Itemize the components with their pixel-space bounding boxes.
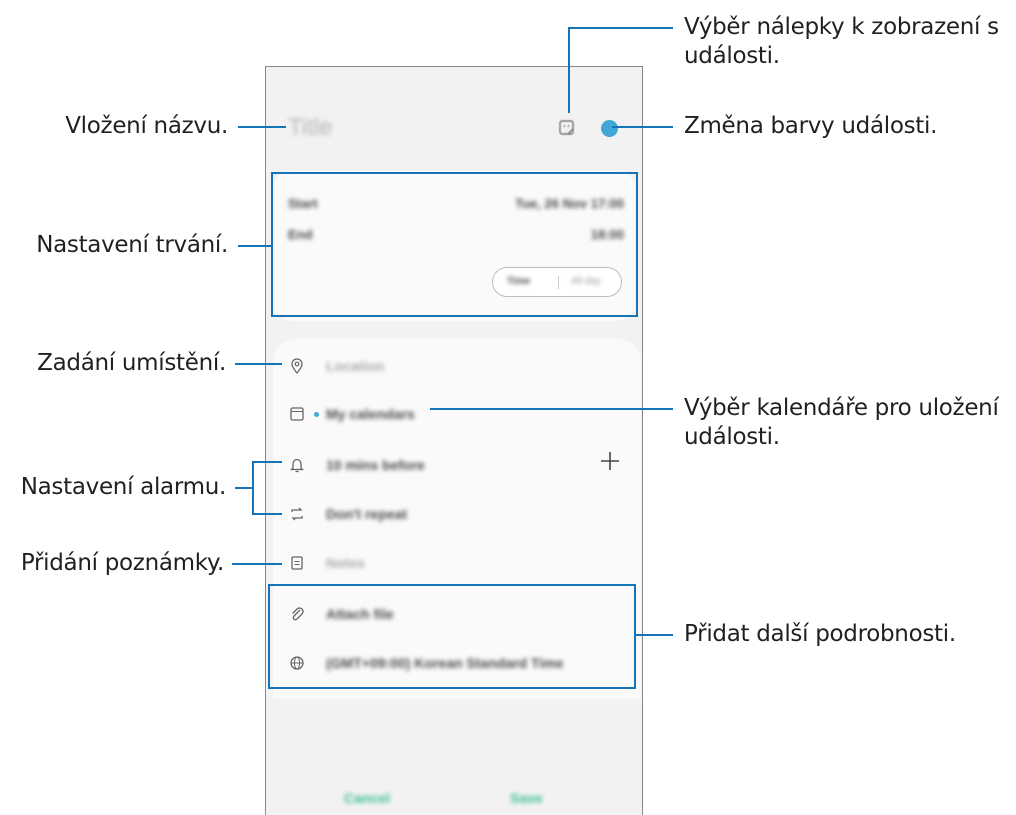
sticker-callout-line2: události. — [684, 43, 780, 69]
duration-highlight-box — [271, 172, 638, 317]
notes-field[interactable]: Notes — [326, 555, 365, 571]
title-leader — [238, 126, 286, 128]
alarm-bracket-top — [252, 461, 282, 463]
calendar-callout: Výběr kalendáře pro uložení události. — [684, 394, 999, 452]
save-button[interactable]: Save — [510, 790, 543, 806]
sticker-icon[interactable] — [558, 119, 576, 137]
location-field[interactable]: Location — [326, 358, 384, 374]
sticker-callout: Výběr nálepky k zobrazení s události. — [684, 13, 999, 71]
title-input[interactable]: Title — [288, 114, 332, 142]
event-color-button[interactable] — [601, 120, 618, 137]
repeat-field[interactable]: Don't repeat — [326, 506, 407, 522]
calendar-callout-line2: události. — [684, 424, 780, 450]
alarm-bracket-v — [252, 461, 254, 515]
alarm-leader — [235, 487, 253, 489]
calendar-color-dot — [314, 412, 319, 417]
add-alarm-plus-icon[interactable] — [600, 451, 620, 471]
sticker-callout-line1: Výběr nálepky k zobrazení s — [684, 14, 999, 40]
duration-leader — [238, 245, 271, 247]
repeat-icon — [288, 505, 306, 523]
bell-icon — [288, 456, 306, 474]
sticker-leader-v — [568, 27, 570, 113]
location-leader — [235, 363, 282, 365]
note-icon — [288, 554, 306, 572]
title-callout: Vložení názvu. — [65, 113, 228, 139]
location-pin-icon — [288, 357, 306, 375]
calendar-leader — [430, 408, 673, 410]
note-callout: Přidání poznámky. — [20, 550, 224, 576]
location-callout: Zadání umístění. — [37, 350, 226, 376]
alarm-field[interactable]: 10 mins before — [326, 457, 425, 473]
calendar-callout-line1: Výběr kalendáře pro uložení — [684, 395, 999, 421]
sticker-leader-h — [568, 27, 673, 29]
calendar-selector[interactable]: My calendars — [326, 406, 415, 422]
more-details-callout: Přidat další podrobnosti. — [684, 621, 956, 647]
color-callout: Změna barvy události. — [684, 113, 938, 139]
cancel-button[interactable]: Cancel — [344, 790, 390, 806]
alarm-callout: Nastavení alarmu. — [20, 474, 227, 500]
more-details-leader — [636, 634, 673, 636]
alarm-bracket-bottom — [252, 513, 282, 515]
calendar-icon — [288, 405, 306, 423]
color-leader — [612, 126, 673, 128]
note-leader — [232, 563, 282, 565]
duration-callout: Nastavení trvání. — [36, 232, 228, 258]
more-details-highlight-box — [268, 584, 636, 689]
